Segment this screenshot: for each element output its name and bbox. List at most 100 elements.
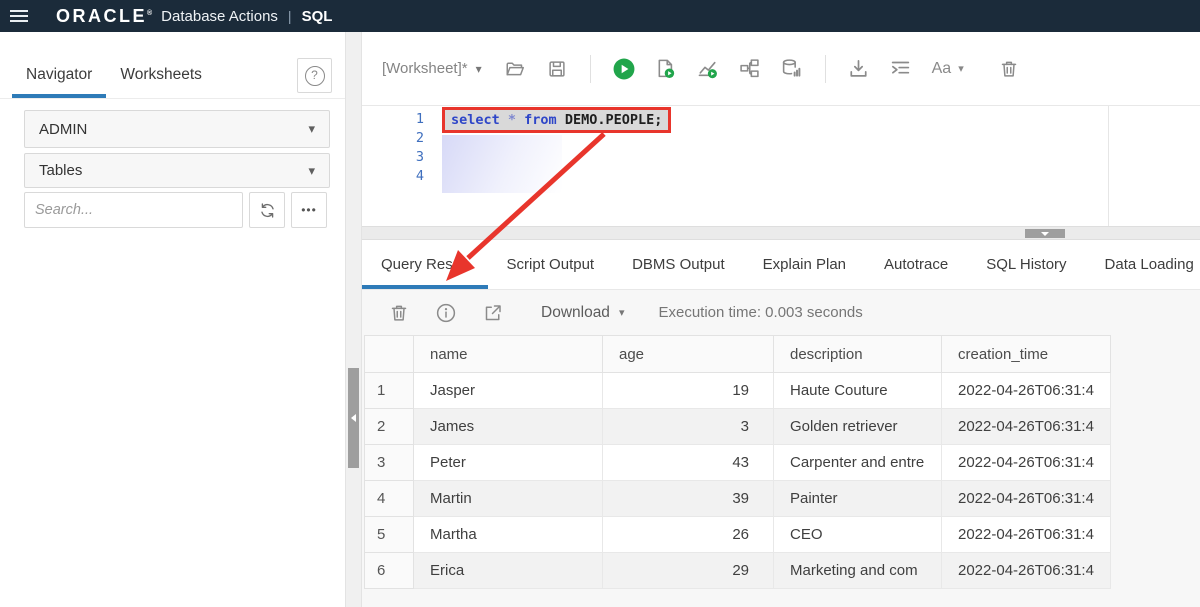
table-row[interactable]: 1 Jasper 19 Haute Couture 2022-04-26T06:… bbox=[365, 373, 1111, 409]
refresh-button[interactable] bbox=[249, 192, 285, 228]
sidebar-splitter[interactable] bbox=[345, 32, 362, 607]
title-divider: | bbox=[288, 8, 292, 24]
worksheet-selector[interactable]: [Worksheet]* ▾ bbox=[382, 60, 482, 77]
object-type-select[interactable]: Tables ▾ bbox=[24, 153, 330, 188]
tab-navigator[interactable]: Navigator bbox=[12, 54, 106, 98]
editor-selection-artifact bbox=[442, 135, 562, 193]
result-grid: name age description creation_time 1 Jas… bbox=[364, 335, 1111, 589]
explain-plan-button[interactable] bbox=[739, 58, 761, 80]
tab-script-output[interactable]: Script Output bbox=[488, 242, 614, 289]
download-editor-button[interactable] bbox=[848, 58, 870, 80]
column-header-age[interactable]: age bbox=[603, 336, 774, 373]
save-button[interactable] bbox=[546, 58, 568, 80]
line-number: 1 bbox=[362, 110, 424, 129]
help-button[interactable]: ? bbox=[297, 58, 332, 93]
result-table: name age description creation_time 1 Jas… bbox=[364, 335, 1111, 589]
row-number: 2 bbox=[365, 409, 414, 445]
run-statement-button[interactable] bbox=[613, 58, 635, 80]
hamburger-menu-icon[interactable] bbox=[10, 7, 30, 25]
sql-editor[interactable]: 1 2 3 4 select * from DEMO.PEOPLE; bbox=[362, 106, 1200, 226]
table-row[interactable]: 6 Erica 29 Marketing and com 2022-04-26T… bbox=[365, 553, 1111, 589]
cell-creation-time[interactable]: 2022-04-26T06:31:4 bbox=[942, 481, 1111, 517]
row-number: 4 bbox=[365, 481, 414, 517]
cell-age[interactable]: 19 bbox=[603, 373, 774, 409]
trash-icon bbox=[999, 59, 1019, 79]
open-in-new-window-button[interactable] bbox=[482, 302, 504, 324]
column-header-creation-time[interactable]: creation_time bbox=[942, 336, 1111, 373]
run-script-button[interactable] bbox=[655, 58, 677, 80]
cell-creation-time[interactable]: 2022-04-26T06:31:4 bbox=[942, 373, 1111, 409]
collapse-left-icon bbox=[351, 414, 356, 422]
cell-creation-time[interactable]: 2022-04-26T06:31:4 bbox=[942, 517, 1111, 553]
query-result-panel: Download ▾ Execution time: 0.003 seconds… bbox=[362, 290, 1200, 607]
open-file-button[interactable] bbox=[504, 58, 526, 80]
cell-creation-time[interactable]: 2022-04-26T06:31:4 bbox=[942, 409, 1111, 445]
cell-description[interactable]: Marketing and com bbox=[774, 553, 942, 589]
tab-query-result[interactable]: Query Result bbox=[362, 242, 488, 289]
tab-autotrace[interactable]: Autotrace bbox=[865, 242, 967, 289]
schema-select[interactable]: ADMIN ▾ bbox=[24, 110, 330, 148]
cell-description[interactable]: CEO bbox=[774, 517, 942, 553]
cell-age[interactable]: 29 bbox=[603, 553, 774, 589]
column-header-description[interactable]: description bbox=[774, 336, 942, 373]
cell-name[interactable]: Martha bbox=[414, 517, 603, 553]
more-actions-button[interactable]: ••• bbox=[291, 192, 327, 228]
chevron-down-icon: ▾ bbox=[619, 306, 625, 319]
search-input[interactable] bbox=[24, 192, 243, 228]
cell-description[interactable]: Golden retriever bbox=[774, 409, 942, 445]
font-size-control[interactable]: Aa ▾ bbox=[932, 60, 964, 78]
autotrace-button[interactable] bbox=[697, 58, 719, 80]
sql-statement-highlight-box: select * from DEMO.PEOPLE; bbox=[442, 107, 671, 133]
splitter-handle[interactable] bbox=[1025, 229, 1065, 238]
autotrace-chart-icon bbox=[697, 58, 719, 80]
cell-name[interactable]: Peter bbox=[414, 445, 603, 481]
table-row[interactable]: 2 James 3 Golden retriever 2022-04-26T06… bbox=[365, 409, 1111, 445]
cell-creation-time[interactable]: 2022-04-26T06:31:4 bbox=[942, 445, 1111, 481]
product-title: Database Actions bbox=[161, 8, 278, 25]
cell-name[interactable]: Martin bbox=[414, 481, 603, 517]
sql-keyword: from bbox=[524, 112, 557, 128]
toolbar-separator bbox=[825, 55, 826, 83]
ellipsis-icon: ••• bbox=[301, 203, 317, 217]
tab-dbms-output[interactable]: DBMS Output bbox=[613, 242, 744, 289]
main-panel: [Worksheet]* ▾ bbox=[362, 32, 1200, 607]
cell-creation-time[interactable]: 2022-04-26T06:31:4 bbox=[942, 553, 1111, 589]
row-number: 1 bbox=[365, 373, 414, 409]
sql-history-button[interactable] bbox=[781, 58, 803, 80]
chevron-down-icon: ▾ bbox=[958, 62, 964, 75]
cell-name[interactable]: Erica bbox=[414, 553, 603, 589]
cell-description[interactable]: Haute Couture bbox=[774, 373, 942, 409]
result-info-button[interactable] bbox=[435, 302, 457, 324]
cell-age[interactable]: 3 bbox=[603, 409, 774, 445]
table-row[interactable]: 5 Martha 26 CEO 2022-04-26T06:31:4 bbox=[365, 517, 1111, 553]
chevron-down-icon: ▾ bbox=[476, 62, 482, 76]
row-number: 6 bbox=[365, 553, 414, 589]
tab-worksheets[interactable]: Worksheets bbox=[106, 54, 216, 98]
cell-name[interactable]: Jasper bbox=[414, 373, 603, 409]
table-row[interactable]: 3 Peter 43 Carpenter and entre 2022-04-2… bbox=[365, 445, 1111, 481]
tab-explain-plan[interactable]: Explain Plan bbox=[744, 242, 865, 289]
help-icon: ? bbox=[305, 66, 325, 86]
cell-age[interactable]: 39 bbox=[603, 481, 774, 517]
cell-name[interactable]: James bbox=[414, 409, 603, 445]
clear-result-button[interactable] bbox=[388, 302, 410, 324]
sidebar-collapse-handle[interactable] bbox=[348, 368, 359, 468]
row-number: 3 bbox=[365, 445, 414, 481]
format-code-button[interactable] bbox=[890, 58, 912, 80]
column-header-name[interactable]: name bbox=[414, 336, 603, 373]
cell-description[interactable]: Painter bbox=[774, 481, 942, 517]
cell-description[interactable]: Carpenter and entre bbox=[774, 445, 942, 481]
format-indent-icon bbox=[890, 58, 911, 79]
cell-age[interactable]: 43 bbox=[603, 445, 774, 481]
sidebar-tabs: Navigator Worksheets bbox=[0, 32, 345, 99]
info-icon bbox=[436, 303, 456, 323]
tab-data-loading[interactable]: Data Loading bbox=[1086, 242, 1200, 289]
download-dropdown[interactable]: Download ▾ bbox=[541, 304, 624, 322]
cell-age[interactable]: 26 bbox=[603, 517, 774, 553]
database-stats-icon bbox=[781, 58, 802, 79]
table-row[interactable]: 4 Martin 39 Painter 2022-04-26T06:31:4 bbox=[365, 481, 1111, 517]
editor-results-splitter[interactable] bbox=[362, 226, 1200, 240]
tab-sql-history[interactable]: SQL History bbox=[967, 242, 1085, 289]
result-tabs: Query Result Script Output DBMS Output E… bbox=[362, 240, 1200, 290]
clear-worksheet-button[interactable] bbox=[998, 58, 1020, 80]
